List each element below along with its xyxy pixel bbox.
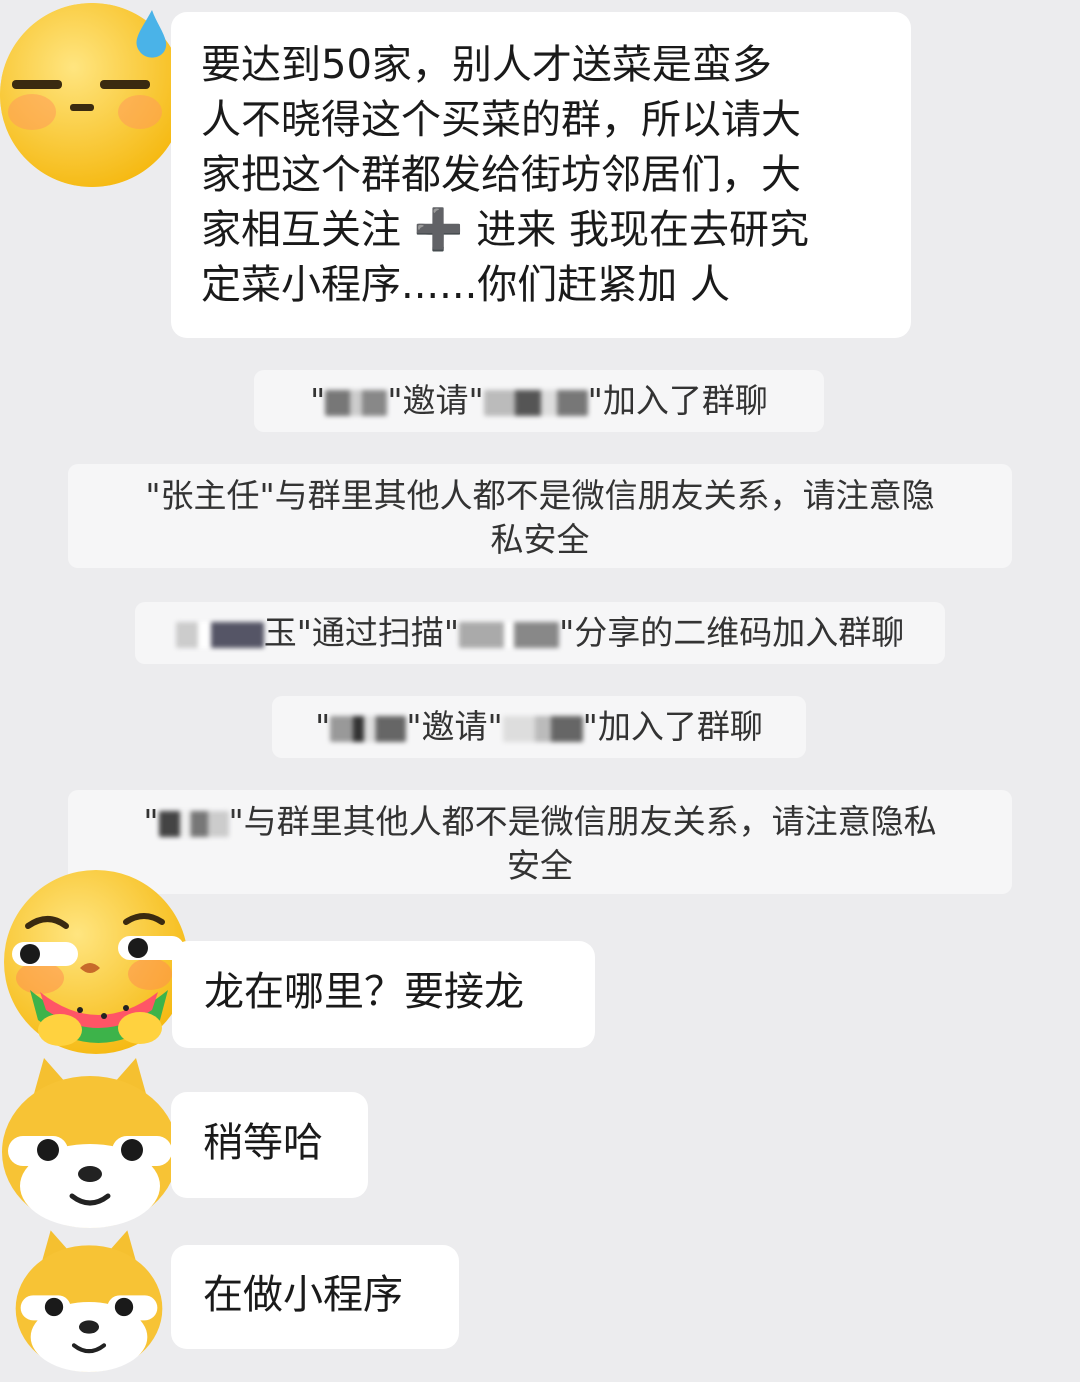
message-text: 要达到50家，别人才送菜是蛮多 人不晓得这个买菜的群，所以请大 家把这个群都发给… xyxy=(201,42,809,308)
chat-view: 要达到50家，别人才送菜是蛮多 人不晓得这个买菜的群，所以请大 家把这个群都发给… xyxy=(0,0,1080,1382)
blurred-username xyxy=(175,621,264,648)
notice-text: "分享的二维码加入群聊 xyxy=(559,613,905,652)
shiba-dog-emoji-icon[interactable] xyxy=(14,1222,164,1372)
blurred-username xyxy=(483,389,588,416)
notice-quote: " xyxy=(310,381,326,420)
system-notice-privacy: "张主任"与群里其他人都不是微信朋友关系，请注意隐 私安全 xyxy=(68,464,1012,568)
message-text: 稍等哈 xyxy=(203,1120,323,1166)
blurred-username xyxy=(502,715,583,742)
system-notice-qr-join: 玉"通过扫描" "分享的二维码加入群聊 xyxy=(135,602,945,664)
notice-line: "张主任"与群里其他人都不是微信朋友关系，请注意隐 xyxy=(145,476,935,515)
notice-text: "邀请" xyxy=(406,707,503,746)
message-bubble[interactable]: 在做小程序 xyxy=(171,1245,459,1349)
message-text: 龙在哪里？要接龙 xyxy=(204,969,524,1015)
watermelon-face-emoji-icon[interactable] xyxy=(0,870,190,1060)
notice-line: " "与群里其他人都不是微信朋友关系，请注意隐私 xyxy=(68,800,1012,844)
notice-text: 玉"通过扫描" xyxy=(263,613,460,652)
shiba-dog-emoji-icon[interactable] xyxy=(0,1048,180,1228)
blurred-username xyxy=(158,810,229,837)
message-bubble[interactable]: 龙在哪里？要接龙 xyxy=(172,941,595,1048)
system-notice-privacy: " "与群里其他人都不是微信朋友关系，请注意隐私 安全 xyxy=(68,790,1012,894)
system-notice-invite: " "邀请" "加入了群聊 xyxy=(254,370,824,432)
notice-text: "邀请" xyxy=(387,381,484,420)
message-text: 在做小程序 xyxy=(203,1272,403,1318)
notice-text: "与群里其他人都不是微信朋友关系，请注意隐私 xyxy=(228,802,937,841)
blurred-username xyxy=(459,621,560,648)
blurred-username xyxy=(330,715,407,742)
message-bubble[interactable]: 稍等哈 xyxy=(171,1092,368,1198)
notice-quote: " xyxy=(143,802,159,841)
notice-line: 私安全 xyxy=(490,520,590,559)
notice-text: "加入了群聊 xyxy=(587,381,768,420)
notice-line: 安全 xyxy=(507,846,573,885)
system-notice-invite: " "邀请" "加入了群聊 xyxy=(272,696,806,758)
notice-quote: " xyxy=(315,707,331,746)
blurred-username xyxy=(325,389,388,416)
message-bubble[interactable]: 要达到50家，别人才送菜是蛮多 人不晓得这个买菜的群，所以请大 家把这个群都发给… xyxy=(171,12,911,338)
notice-text: "加入了群聊 xyxy=(582,707,763,746)
sweat-face-emoji-icon[interactable] xyxy=(0,0,190,200)
